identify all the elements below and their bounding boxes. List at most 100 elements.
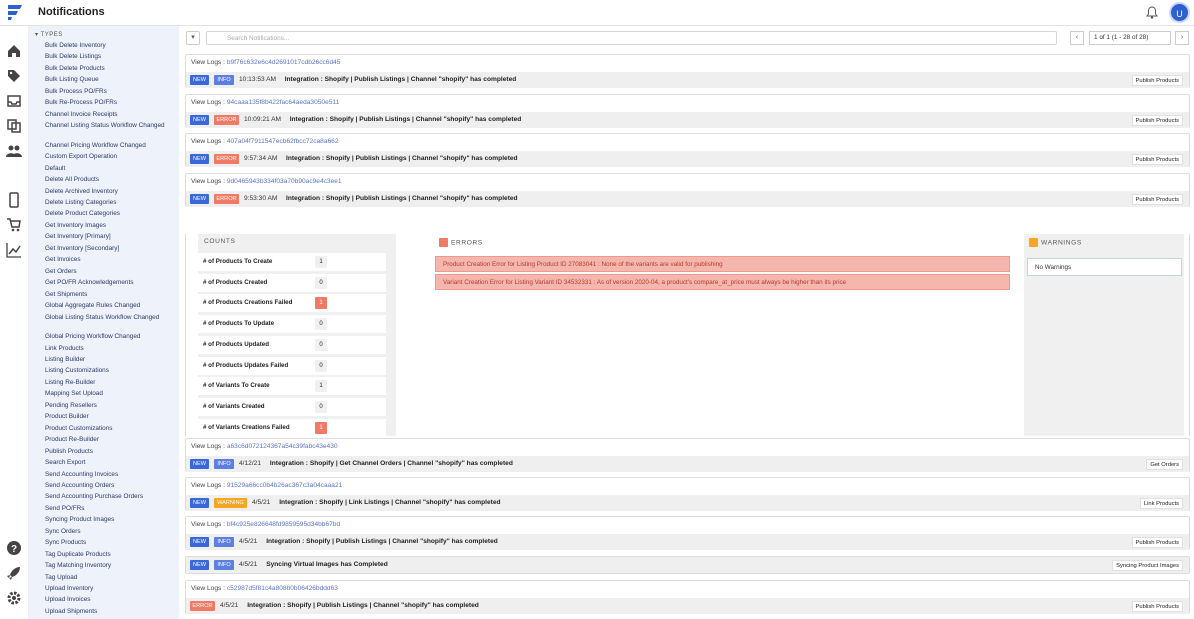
notification-action-button[interactable]: Publish Products bbox=[1131, 194, 1183, 205]
view-logs-link[interactable]: View Logs : 94caaa135f8b422fac64aeda3050… bbox=[191, 99, 339, 106]
type-filter-item[interactable]: Get PO/FR Acknowledgements bbox=[45, 279, 175, 286]
type-filter-item[interactable]: Listing Builder bbox=[45, 356, 175, 363]
rocket-icon[interactable] bbox=[6, 565, 22, 581]
view-logs-link[interactable]: View Logs : a63c6d072124367a54c39fabc43e… bbox=[191, 443, 338, 450]
type-filter-item[interactable]: Upload Invoices bbox=[45, 596, 175, 603]
type-filter-item[interactable]: Send PO/FRs bbox=[45, 505, 175, 512]
pager-next-button[interactable]: › bbox=[1175, 31, 1189, 45]
type-filter-item[interactable]: Bulk Delete Listings bbox=[45, 53, 175, 60]
notification-action-button[interactable]: Publish Products bbox=[1131, 537, 1183, 548]
notification-action-button[interactable]: Link Products bbox=[1139, 498, 1183, 509]
log-hash[interactable]: bf4c925e826648fd9859595d34bb67bd bbox=[227, 521, 340, 528]
type-filter-item[interactable]: Link Products bbox=[45, 345, 175, 352]
type-filter-item[interactable]: Bulk Delete Inventory bbox=[45, 42, 175, 49]
type-filter-item[interactable]: Product Builder bbox=[45, 413, 175, 420]
type-filter-item[interactable]: Global Listing Status Workflow Changed bbox=[45, 314, 175, 321]
notification-card[interactable]: View Logs : 9d0465943b334f03a70b90ac9e4c… bbox=[185, 173, 1190, 207]
notification-row[interactable]: NEW WARNING 4/5/21 Integration : Shopify | … bbox=[186, 495, 1189, 511]
type-filter-item[interactable]: Channel Invoice Receipts bbox=[45, 111, 175, 118]
type-filter-item[interactable]: Bulk Delete Products bbox=[45, 65, 175, 72]
notification-card[interactable]: NEW INFO 4/5/21 Syncing Virtual Images has … bbox=[185, 556, 1190, 574]
log-hash[interactable]: 9d0465943b334f03a70b90ac9e4c3ee1 bbox=[227, 178, 342, 185]
type-filter-item[interactable]: Get Invoices bbox=[45, 256, 175, 263]
type-filter-item[interactable]: Global Aggregate Rules Changed bbox=[45, 302, 175, 309]
tag-icon[interactable] bbox=[6, 68, 22, 84]
search-input[interactable]: Search Notifications... bbox=[206, 31, 1057, 45]
notification-action-button[interactable]: Publish Products bbox=[1131, 115, 1183, 126]
notification-action-button[interactable]: Syncing Product Images bbox=[1112, 560, 1183, 571]
type-filter-item[interactable]: Publish Products bbox=[45, 448, 175, 455]
type-filter-item[interactable]: Channel Listing Status Workflow Changed bbox=[45, 122, 175, 129]
notification-row[interactable]: NEW INFO 4/5/21 Syncing Virtual Images has … bbox=[186, 557, 1189, 573]
notification-row[interactable]: NEW INFO 10:13:53 AM Integration : Shopify … bbox=[186, 72, 1189, 88]
inbox-icon[interactable] bbox=[6, 93, 22, 109]
app-logo-icon[interactable] bbox=[6, 3, 24, 21]
help-icon[interactable]: ? bbox=[6, 540, 22, 556]
type-filter-item[interactable]: Get Inventory [Secondary] bbox=[45, 245, 175, 252]
type-filter-item[interactable]: Listing Customizations bbox=[45, 367, 175, 374]
type-filter-item[interactable]: Send Accounting Orders bbox=[45, 482, 175, 489]
type-filter-item[interactable]: Sync Products bbox=[45, 539, 175, 546]
type-filter-item[interactable]: Tag Upload bbox=[45, 574, 175, 581]
type-filter-item[interactable]: Bulk Re-Process PO/FRs bbox=[45, 99, 175, 106]
log-hash[interactable]: 407a04f7911547ecb62fbcc72ca8a662 bbox=[227, 138, 339, 145]
notification-row[interactable]: NEW INFO 4/5/21 Integration : Shopify | Pub… bbox=[186, 534, 1189, 550]
notification-action-button[interactable]: Publish Products bbox=[1131, 154, 1183, 165]
copy-icon[interactable] bbox=[6, 118, 22, 134]
view-logs-link[interactable]: View Logs : c52987d5f81c4a808b0b06426bdd… bbox=[191, 585, 338, 592]
log-hash[interactable]: a63c6d072124367a54c39fabc43e430 bbox=[227, 443, 338, 450]
types-heading[interactable]: ▾ TYPES bbox=[35, 31, 63, 38]
type-filter-item[interactable]: Get Shipments bbox=[45, 291, 175, 298]
filter-dropdown-button[interactable]: ▾ bbox=[186, 31, 200, 45]
home-icon[interactable] bbox=[6, 43, 22, 59]
notification-card[interactable]: View Logs : c52987d5f81c4a808b0b06426bdd… bbox=[185, 580, 1190, 614]
type-filter-item[interactable]: Syncing Product Images bbox=[45, 516, 175, 523]
view-logs-link[interactable]: View Logs : 9d0465943b334f03a70b90ac9e4c… bbox=[191, 178, 342, 185]
bell-icon[interactable] bbox=[1146, 6, 1158, 19]
chart-line-icon[interactable] bbox=[6, 242, 22, 258]
view-logs-link[interactable]: View Logs : bf4c925e826648fd9859595d34bb… bbox=[191, 521, 340, 528]
notification-action-button[interactable]: Publish Products bbox=[1131, 75, 1183, 86]
notification-row[interactable]: ERROR 4/5/21 Integration : Shopify | Publi… bbox=[186, 598, 1189, 614]
notification-card[interactable]: View Logs : bf4c925e826648fd9859595d34bb… bbox=[185, 516, 1190, 550]
notification-row[interactable]: NEW ERROR 9:53:30 AM Integration : Shopify … bbox=[186, 191, 1189, 207]
notification-card[interactable]: View Logs : 91529a66cc0b4b26ac367c3a04ca… bbox=[185, 477, 1190, 511]
type-filter-item[interactable]: Upload Shipments bbox=[45, 608, 175, 615]
pager-prev-button[interactable]: ‹ bbox=[1070, 31, 1084, 45]
type-filter-item[interactable]: Get Orders bbox=[45, 268, 175, 275]
type-filter-item[interactable]: Custom Export Operation bbox=[45, 153, 175, 160]
type-filter-item[interactable]: Tag Duplicate Products bbox=[45, 551, 175, 558]
type-filter-item[interactable]: Tag Matching Inventory bbox=[45, 562, 175, 569]
type-filter-item[interactable]: Delete Product Categories bbox=[45, 210, 175, 217]
tablet-icon[interactable] bbox=[6, 192, 22, 208]
type-filter-item[interactable]: Delete Listing Categories bbox=[45, 199, 175, 206]
notification-row[interactable]: NEW ERROR 9:57:34 AM Integration : Shopify … bbox=[186, 151, 1189, 167]
type-filter-item[interactable]: Channel Pricing Workflow Changed bbox=[45, 142, 175, 149]
type-filter-item[interactable]: Global Pricing Workflow Changed bbox=[45, 333, 175, 340]
log-hash[interactable]: 91529a66cc0b4b26ac367c3a04caaa21 bbox=[227, 482, 343, 489]
type-filter-item[interactable]: Send Accounting Purchase Orders bbox=[45, 493, 175, 500]
users-icon[interactable] bbox=[6, 143, 22, 159]
type-filter-item[interactable]: Upload Inventory bbox=[45, 585, 175, 592]
type-filter-item[interactable]: Send Accounting Invoices bbox=[45, 471, 175, 478]
type-filter-item[interactable]: Mapping Set Upload bbox=[45, 390, 175, 397]
type-filter-item[interactable]: Sync Orders bbox=[45, 528, 175, 535]
type-filter-item[interactable]: Get Inventory [Primary] bbox=[45, 233, 175, 240]
notification-action-button[interactable]: Get Orders bbox=[1146, 459, 1183, 470]
notification-card[interactable]: View Logs : 407a04f7911547ecb62fbcc72ca8… bbox=[185, 133, 1190, 167]
view-logs-link[interactable]: View Logs : 91529a66cc0b4b26ac367c3a04ca… bbox=[191, 482, 342, 489]
pager-select[interactable]: 1 of 1 (1 - 28 of 28) bbox=[1089, 31, 1171, 45]
type-filter-item[interactable]: Delete All Products bbox=[45, 176, 175, 183]
type-filter-item[interactable]: Listing Re-Builder bbox=[45, 379, 175, 386]
type-filter-item[interactable]: Bulk Listing Queue bbox=[45, 76, 175, 83]
type-filter-item[interactable]: Search Export bbox=[45, 459, 175, 466]
notification-action-button[interactable]: Publish Products bbox=[1131, 601, 1183, 612]
type-filter-item[interactable]: Product Re-Builder bbox=[45, 436, 175, 443]
log-hash[interactable]: 94caaa135f8b422fac64aeda3050e511 bbox=[227, 99, 339, 106]
notification-card[interactable]: View Logs : a63c6d072124367a54c39fabc43e… bbox=[185, 438, 1190, 472]
view-logs-link[interactable]: View Logs : b9f76c632e6c4d2691017cdb26cc… bbox=[191, 59, 340, 66]
type-filter-item[interactable]: Product Customizations bbox=[45, 425, 175, 432]
notification-row[interactable]: NEW INFO 4/12/21 Integration : Shopify | Ge… bbox=[186, 456, 1189, 472]
gear-icon[interactable] bbox=[6, 590, 22, 606]
log-hash[interactable]: c52987d5f81c4a808b0b06426bddd63 bbox=[227, 585, 338, 592]
